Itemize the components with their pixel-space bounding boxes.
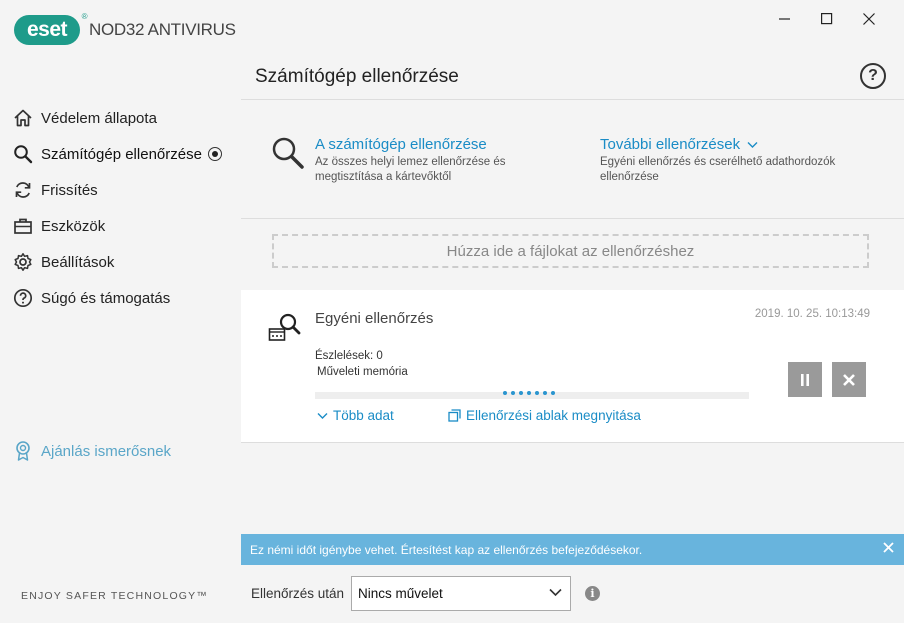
help-button[interactable]: ? xyxy=(860,63,886,89)
main-panel: Számítógép ellenőrzése ? A számítógép el… xyxy=(241,0,904,623)
more-data-link[interactable]: Több adat xyxy=(317,408,394,423)
product-name: NOD32 ANTIVIRUS xyxy=(89,20,236,39)
award-icon xyxy=(12,440,34,462)
gear-icon xyxy=(12,251,34,273)
sidebar-item-help[interactable]: Súgó és támogatás xyxy=(0,280,241,316)
chevron-down-icon xyxy=(747,142,758,148)
advanced-scans-link[interactable]: További ellenőrzések xyxy=(600,136,845,153)
eset-logo: eset ® NOD32 ANTIVIRUS xyxy=(14,12,236,45)
close-icon xyxy=(843,373,855,386)
close-notification-button[interactable] xyxy=(883,542,894,556)
scan-computer-link[interactable]: A számítógép ellenőrzése xyxy=(315,136,560,153)
scan-current-object: Műveleti memória xyxy=(317,366,408,378)
sidebar-item-label: Számítógép ellenőrzése xyxy=(41,145,202,163)
sidebar-item-label: Eszközök xyxy=(41,217,106,235)
advanced-scans-label: További ellenőrzések xyxy=(600,136,741,153)
logo-text: eset xyxy=(26,18,68,41)
notification-text: Ez némi időt igénybe vehet. Értesítést k… xyxy=(250,542,643,557)
eset-logo-badge: eset ® xyxy=(14,12,88,45)
active-indicator xyxy=(207,147,222,161)
scan-computer-desc: Az összes helyi lemez ellenőrzése és meg… xyxy=(315,156,506,183)
sidebar-item-tools[interactable]: Eszközök xyxy=(0,208,241,244)
info-icon[interactable]: i xyxy=(585,586,600,601)
chevron-down-icon xyxy=(317,412,328,419)
sidebar-nav: Védelem állapota Számítógép ellenőrzése … xyxy=(0,100,241,316)
page-title: Számítógép ellenőrzése xyxy=(255,66,459,87)
pause-scan-button[interactable] xyxy=(788,362,822,397)
sidebar-item-computer-scan[interactable]: Számítógép ellenőrzése xyxy=(0,136,241,172)
sidebar-item-label: Súgó és támogatás xyxy=(41,289,171,307)
open-scan-window-link[interactable]: Ellenőrzési ablak megnyitása xyxy=(448,408,641,423)
advanced-scans-desc: Egyéni ellenőrzés és cserélhető adathord… xyxy=(600,156,836,183)
scan-card: Egyéni ellenőrzés 2019. 10. 25. 10:13:49… xyxy=(241,290,904,443)
home-icon xyxy=(12,107,34,129)
after-scan-label: Ellenőrzés után xyxy=(251,586,345,601)
after-scan-value: Nincs művelet xyxy=(358,586,443,601)
advanced-scans-option[interactable]: További ellenőrzések Egyéni ellenőrzés é… xyxy=(600,136,845,185)
window-icon xyxy=(448,409,461,422)
sidebar-item-protection-status[interactable]: Védelem állapota xyxy=(0,100,241,136)
file-drop-zone[interactable]: Húzza ide a fájlokat az ellenőrzéshez xyxy=(272,234,869,268)
more-data-label: Több adat xyxy=(333,408,394,423)
chevron-down-icon xyxy=(549,588,562,597)
stop-scan-button[interactable] xyxy=(832,362,866,397)
search-icon xyxy=(271,136,305,175)
scan-timestamp: 2019. 10. 25. 10:13:49 xyxy=(754,308,870,320)
sidebar-item-label: Védelem állapota xyxy=(41,109,157,127)
divider xyxy=(241,99,904,100)
search-icon xyxy=(12,143,34,165)
custom-scan-icon xyxy=(268,312,302,349)
sidebar-item-label: Beállítások xyxy=(41,253,115,271)
refresh-icon xyxy=(12,179,34,201)
scan-detections: Észlelések: 0 xyxy=(315,350,383,362)
open-scan-window-label: Ellenőrzési ablak megnyitása xyxy=(466,408,641,423)
sidebar-item-label: Frissítés xyxy=(41,181,98,199)
sidebar: eset ® NOD32 ANTIVIRUS Védelem állapota S… xyxy=(0,0,241,623)
scan-computer-option[interactable]: A számítógép ellenőrzése Az összes helyi… xyxy=(271,136,560,185)
help-icon xyxy=(12,287,34,309)
briefcase-icon xyxy=(12,215,34,237)
sidebar-item-settings[interactable]: Beállítások xyxy=(0,244,241,280)
close-icon xyxy=(883,542,894,553)
sidebar-item-update[interactable]: Frissítés xyxy=(0,172,241,208)
refer-label: Ajánlás ismerősnek xyxy=(41,442,172,460)
pause-icon xyxy=(801,373,809,386)
scan-name: Egyéni ellenőrzés xyxy=(315,310,434,327)
progress-indicator xyxy=(503,391,559,395)
after-scan-select[interactable]: Nincs művelet xyxy=(351,576,571,611)
refer-a-friend-link[interactable]: Ajánlás ismerősnek xyxy=(12,440,171,462)
notification-bar: Ez némi időt igénybe vehet. Értesítést k… xyxy=(241,534,904,565)
divider xyxy=(241,218,904,219)
tagline: ENJOY SAFER TECHNOLOGY™ xyxy=(21,590,209,602)
